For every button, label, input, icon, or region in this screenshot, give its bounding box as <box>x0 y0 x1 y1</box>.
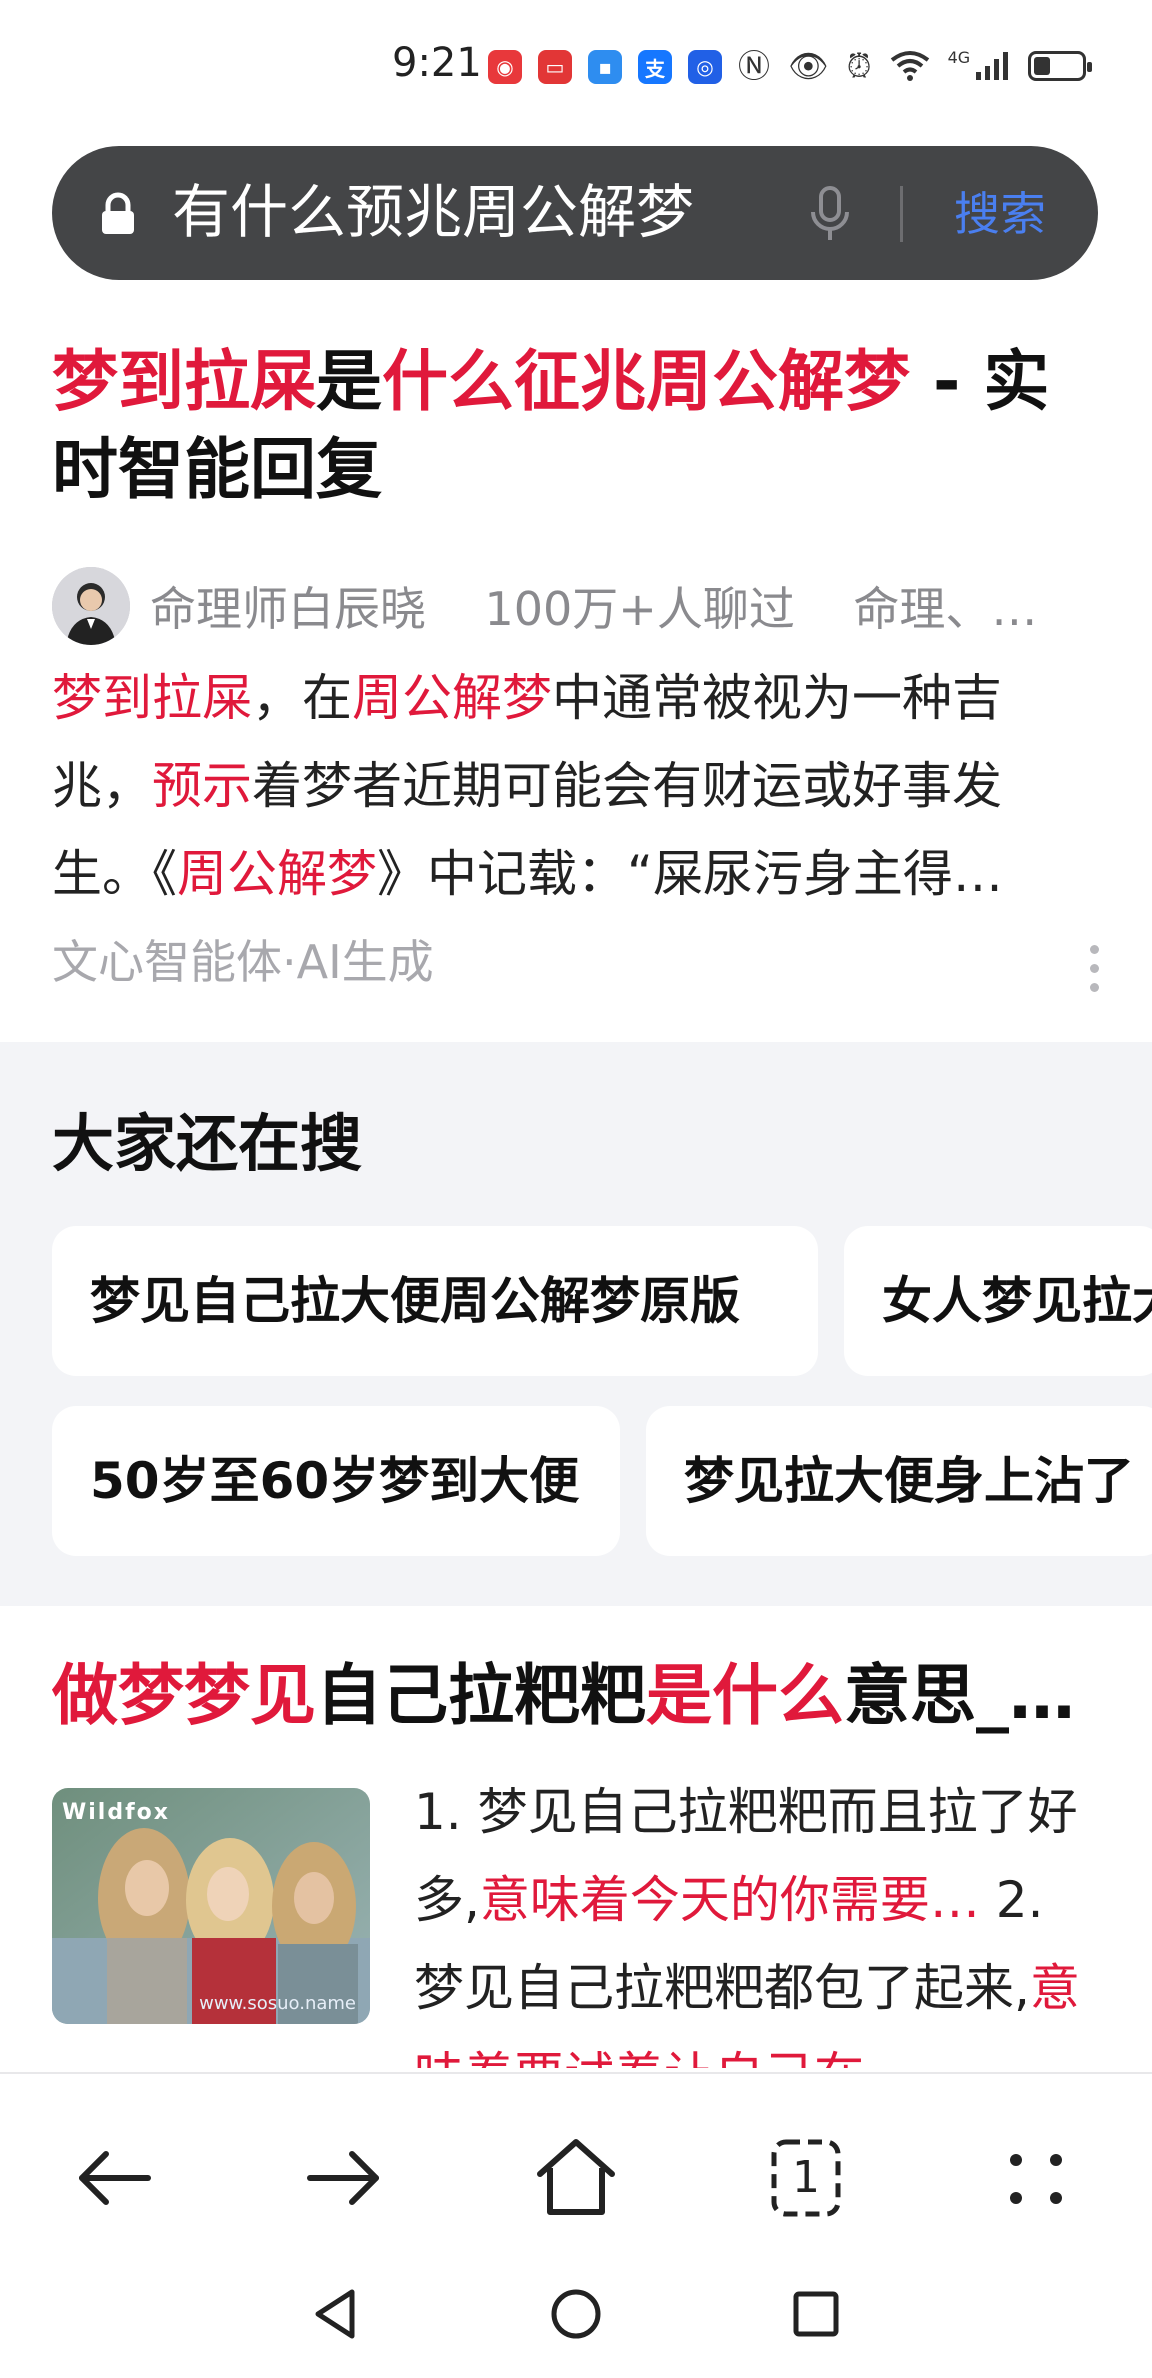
related-chip[interactable]: 梦见拉大便身上沾了 <box>646 1406 1152 1556</box>
highlighted-text: 什么征兆周公解梦 <box>382 343 910 420</box>
result1-source: 文心智能体·AI生成 <box>52 935 434 989</box>
alarm-icon: ⏰︎ <box>846 47 872 85</box>
battery-icon <box>1028 51 1093 81</box>
related-searches-title: 大家还在搜 <box>52 1107 363 1180</box>
home-icon[interactable] <box>526 2128 626 2228</box>
notification-app-icon-3: ▪ <box>588 50 622 84</box>
wifi-icon <box>890 51 929 81</box>
highlighted-text: 做梦梦见 <box>52 1657 316 1734</box>
system-status-icons: Ⓝ 👁︎ ⏰︎ 4G <box>738 46 1093 86</box>
system-recents-icon[interactable] <box>776 2274 856 2354</box>
author-info: 命理师白辰晓 100万+人聊过 命理、… <box>150 573 1080 639</box>
menu-dots-icon[interactable] <box>986 2128 1086 2228</box>
related-chip[interactable]: 梦见自己拉大便周公解梦原版 <box>52 1226 818 1376</box>
status-bar: 9:21 ◉ ▭ ▪ 支 ◎ Ⓝ 👁︎ ⏰︎ 4G <box>0 0 1152 130</box>
tab-count: 1 <box>792 2152 820 2203</box>
nfc-icon: Ⓝ <box>738 47 771 85</box>
search-bar[interactable]: 有什么预兆周公解梦 搜索 <box>52 146 1098 280</box>
highlighted-text: 预示 <box>152 757 252 815</box>
more-options-icon[interactable] <box>1090 945 1102 997</box>
forward-arrow-icon[interactable] <box>294 2128 394 2228</box>
text-segment: 自己拉粑粑 <box>316 1657 646 1734</box>
notification-app-icon-5: ◎ <box>688 50 722 84</box>
result2-title[interactable]: 做梦梦见自己拉粑粑是什么意思_… <box>52 1650 1102 1742</box>
notification-icons: ◉ ▭ ▪ 支 ◎ <box>488 50 722 84</box>
avatar[interactable] <box>52 567 130 645</box>
thumbnail-brand: Wildfox <box>62 1800 170 1825</box>
back-arrow-icon[interactable] <box>64 2128 164 2228</box>
text-segment: ，在 <box>252 669 352 727</box>
eye-comfort-icon: 👁︎ <box>788 47 829 85</box>
result2-snippet[interactable]: 1. 梦见自己拉粑粑而且拉了好多,意味着今天的你需要… 2. 梦见自己拉粑粑都包… <box>414 1768 1094 2068</box>
result2-thumbnail[interactable]: Wildfox www.sosuo.name <box>52 1788 370 2024</box>
result1-snippet[interactable]: 梦到拉屎，在周公解梦中通常被视为一种吉兆，预示着梦者近期可能会有财运或好事发生。… <box>52 654 1092 918</box>
highlighted-text: 梦到拉屎 <box>52 669 252 727</box>
author-name[interactable]: 命理师白辰晓 <box>150 582 426 636</box>
notification-app-icon-1: ◉ <box>488 50 522 84</box>
browser-toolbar: 1 <box>0 2072 1152 2378</box>
system-home-icon[interactable] <box>536 2274 616 2354</box>
author-row[interactable]: 命理师白辰晓 100万+人聊过 命理、… <box>52 566 1092 646</box>
tabs-button[interactable]: 1 <box>756 2128 856 2228</box>
notification-app-icon-2: ▭ <box>538 50 572 84</box>
text-segment: 是 <box>316 343 382 420</box>
alipay-icon: 支 <box>638 50 672 84</box>
related-searches: 大家还在搜 梦见自己拉大便周公解梦原版 女人梦见拉大便 50岁至60岁梦到大便 … <box>0 1042 1152 1606</box>
result1-title[interactable]: 梦到拉屎是什么征兆周公解梦 - 实时智能回复 <box>52 338 1092 514</box>
network-type-label: 4G <box>947 47 971 67</box>
author-tags: 命理、… <box>853 582 1038 636</box>
related-chip[interactable]: 50岁至60岁梦到大便 <box>52 1406 620 1556</box>
highlighted-text: 梦到拉屎 <box>52 343 316 420</box>
lock-icon <box>102 192 134 234</box>
author-chat-count: 100万+人聊过 <box>484 582 795 636</box>
thumbnail-watermark: www.sosuo.name <box>199 1993 356 2014</box>
search-button[interactable]: 搜索 <box>954 182 1046 246</box>
highlighted-text: 意味着今天的你需要… <box>479 1871 980 1929</box>
highlighted-text: 是什么 <box>646 1657 844 1734</box>
system-back-icon[interactable] <box>296 2274 376 2354</box>
microphone-icon[interactable] <box>808 186 852 242</box>
text-segment: 》中记载：“屎尿污身主得… <box>377 845 1003 903</box>
status-time: 9:21 <box>392 40 482 86</box>
search-divider <box>900 186 903 242</box>
highlighted-text: 周公解梦 <box>352 669 552 727</box>
related-chip[interactable]: 女人梦见拉大便 <box>844 1226 1152 1376</box>
search-input[interactable]: 有什么预兆周公解梦 <box>172 176 694 248</box>
signal-icon <box>976 52 1009 80</box>
highlighted-text: 周公解梦 <box>177 845 377 903</box>
text-segment: 意思_… <box>844 1657 1075 1734</box>
